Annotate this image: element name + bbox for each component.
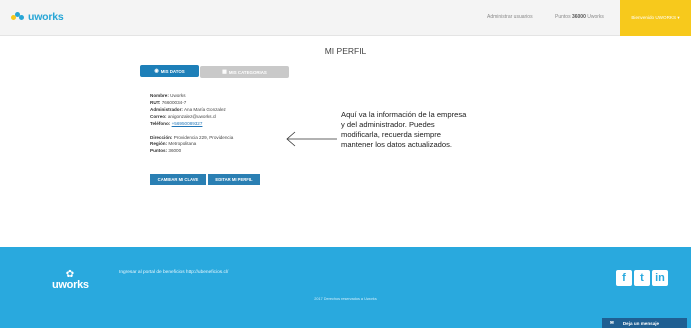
top-navbar: uworks Administrar usuarios Puntos 36000… (0, 0, 691, 36)
points-value: 36000 (571, 14, 586, 20)
benefits-portal-link[interactable]: Ingresar al portal de beneficios http://… (119, 270, 228, 275)
info-admin: Administrador: Ana María Gonzalez (150, 106, 226, 112)
phone-link[interactable]: +56950089327 (172, 121, 203, 126)
user-menu-button[interactable]: Bienvenido UWORKS ▾ (620, 0, 691, 36)
message-button-label: Deja un mensaje (622, 320, 660, 326)
briefcase-icon: ▩ (222, 69, 227, 75)
points-suffix: Uworks (587, 14, 604, 20)
change-password-button[interactable]: CAMBIAR MI CLAVE (150, 174, 206, 185)
points-prefix: Puntos (555, 14, 571, 20)
info-region: Región: Metropolitana (150, 141, 197, 147)
user-icon: ◉ (154, 68, 159, 74)
tab-mis-datos[interactable]: ◉ MIS DATOS (140, 65, 199, 77)
info-rut: RUT: 76600034-7 (150, 99, 187, 105)
profile-info: Nombre: Uworks RUT: 76600034-7 Administr… (150, 93, 233, 155)
footer-logo: ✿ uworks (52, 269, 89, 292)
tab-mis-categorias[interactable]: ▩ MIS CATEGORIAS (200, 66, 289, 78)
info-telefono: Teléfono: +56950089327 (150, 120, 203, 126)
edit-profile-button[interactable]: EDITAR MI PERFIL (208, 174, 260, 185)
social-links: f t in (616, 270, 668, 286)
linkedin-icon[interactable]: in (652, 270, 668, 286)
info-nombre: Nombre: Uworks (150, 93, 186, 98)
facebook-icon[interactable]: f (616, 270, 632, 286)
nav-admin-users[interactable]: Administrar usuarios (487, 14, 533, 20)
logo-text: uworks (28, 11, 64, 23)
annotation-text: Aquí va la información de la empresa y d… (341, 110, 467, 149)
info-puntos: Puntos: 36000 (150, 148, 182, 154)
info-direccion: Dirección: Providencia 229, Providencia (150, 134, 234, 140)
uworks-logo[interactable]: uworks (11, 11, 64, 23)
leave-message-button[interactable]: ✉ Deja un mensaje (602, 318, 687, 328)
arrow-left-icon (286, 131, 337, 147)
twitter-icon[interactable]: t (634, 270, 650, 286)
envelope-icon: ✉ (610, 320, 614, 325)
nav-points[interactable]: Puntos 36000 Uworks (555, 14, 604, 20)
tab-label: MIS DATOS (160, 68, 185, 74)
tab-label: MIS CATEGORIAS (228, 69, 267, 75)
footer (0, 247, 691, 328)
logo-icon (11, 11, 25, 23)
copyright-text: 2017 Derechos reservados a Uworks (314, 297, 377, 301)
page-title: MI PERFIL (324, 46, 367, 56)
info-correo: Correo: anigonzalez@uworks.cl (150, 113, 217, 119)
logo-icon: ✿ (65, 269, 75, 280)
